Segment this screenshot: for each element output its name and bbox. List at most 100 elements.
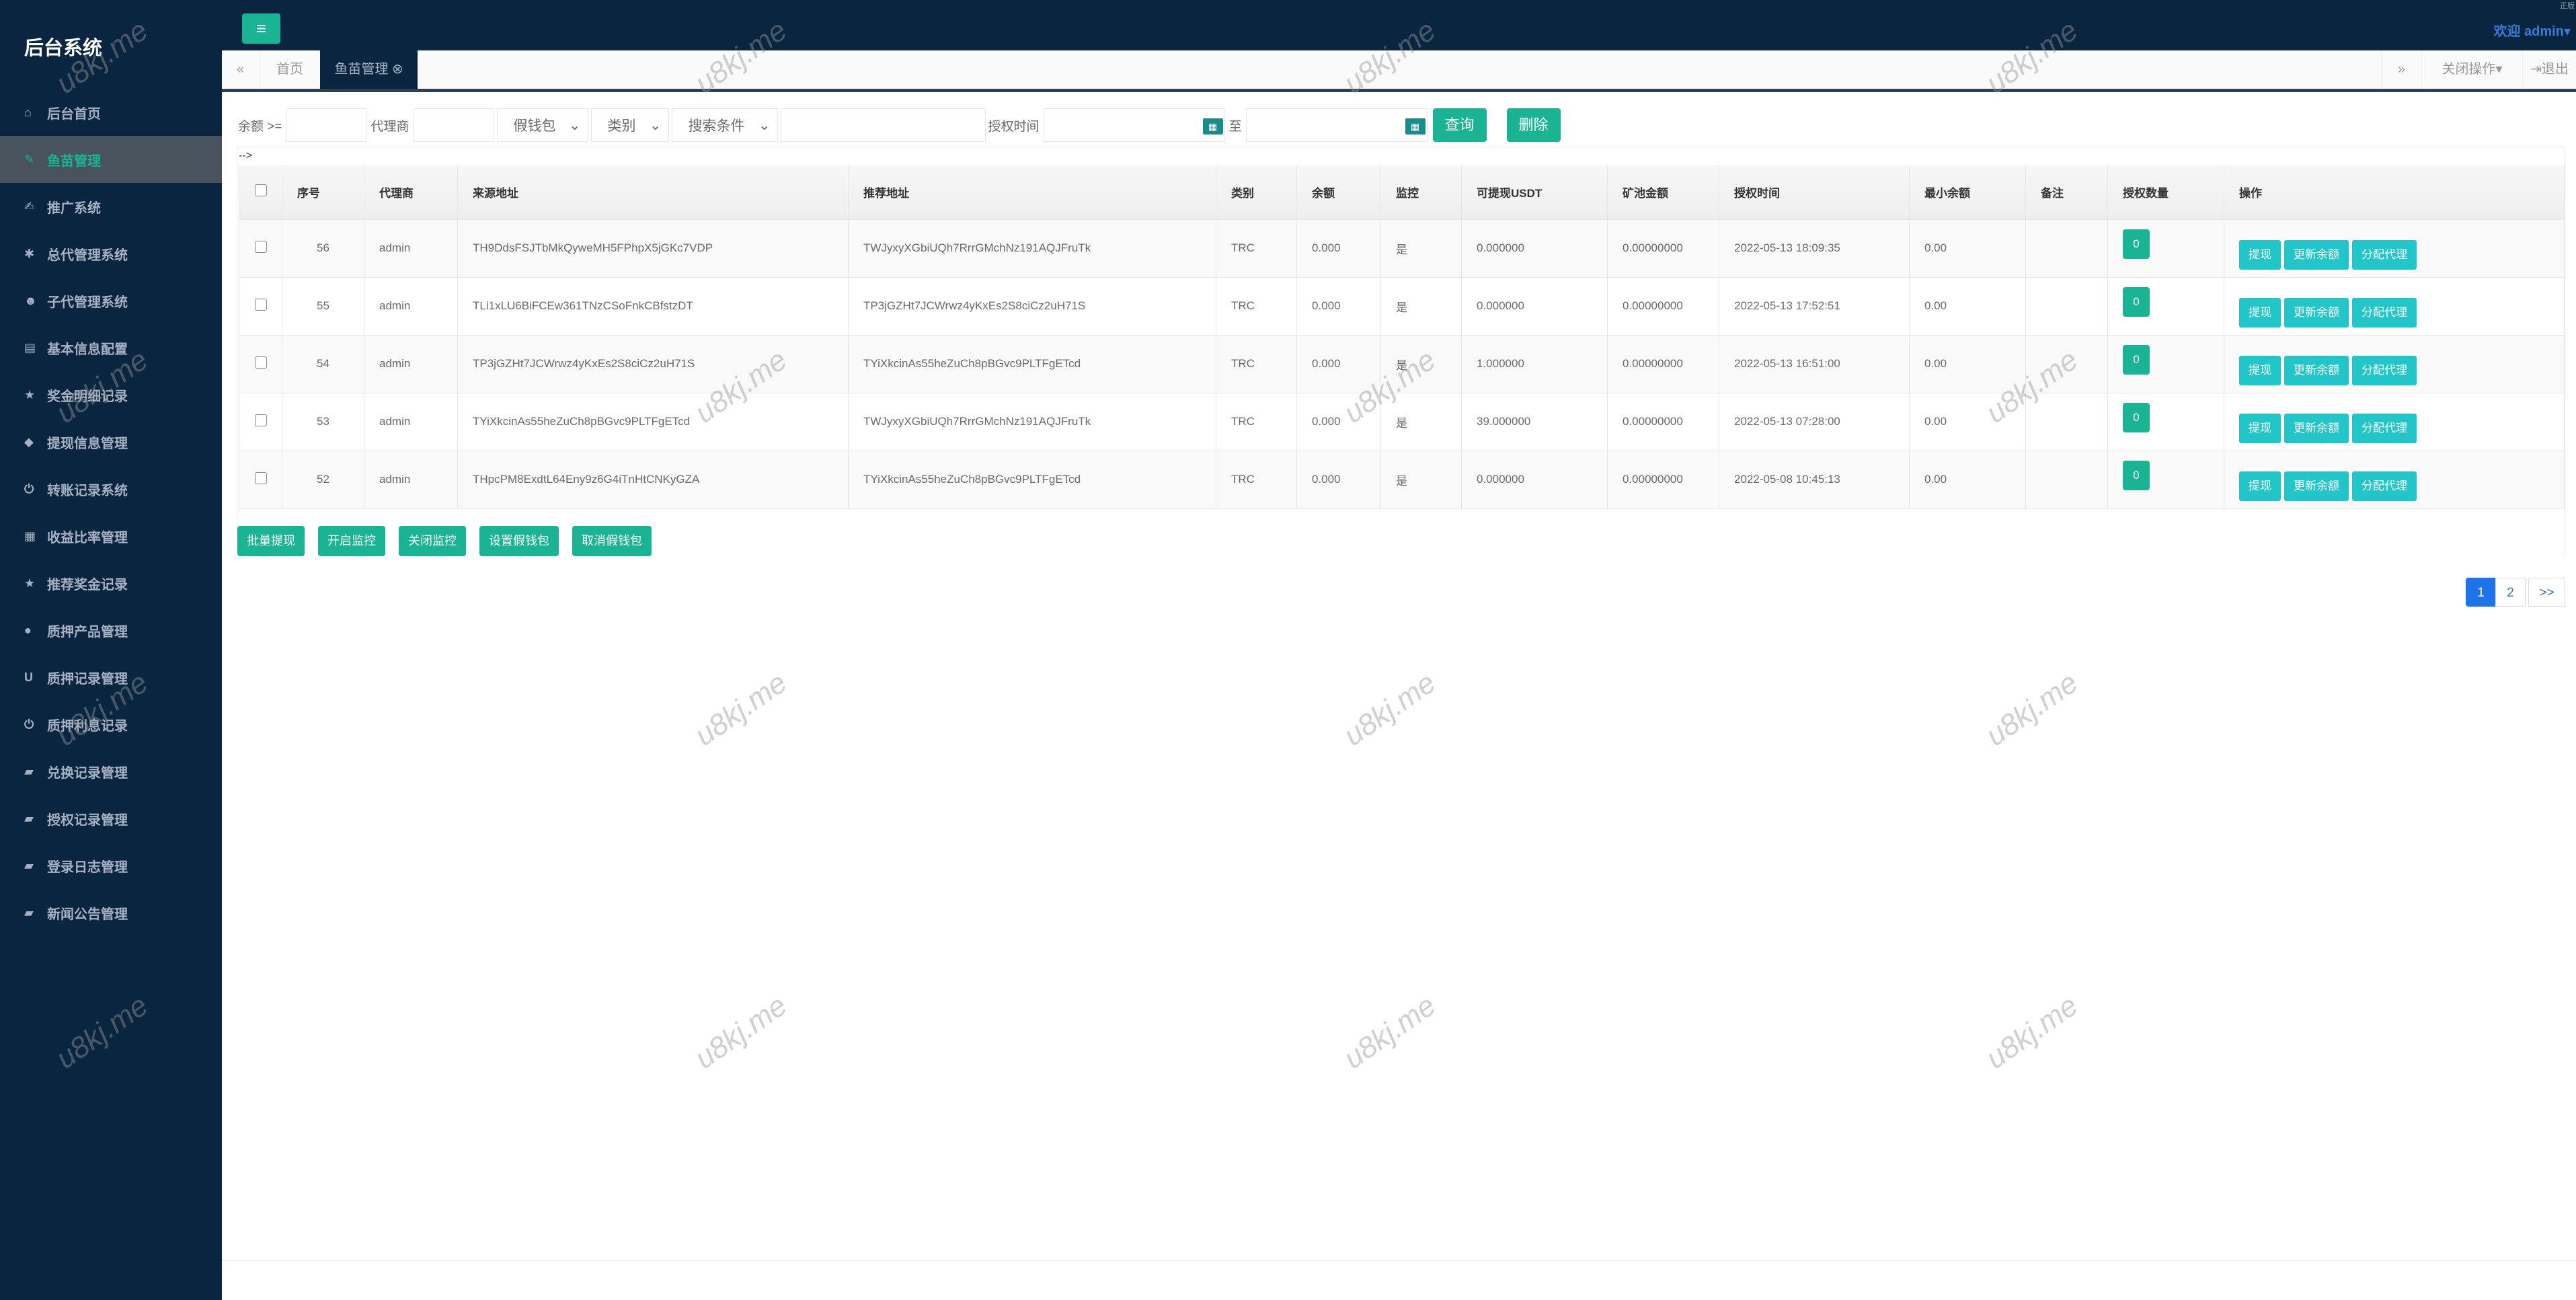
row-checkbox[interactable]: [254, 298, 267, 311]
query-button[interactable]: 查询: [1432, 108, 1487, 142]
fake-wallet-select[interactable]: 假钱包 ⌄: [496, 108, 588, 142]
search-keyword-input[interactable]: [780, 108, 986, 142]
row-select-cell: [239, 276, 282, 336]
sidebar-item[interactable]: ⏻ 转账记录系统: [0, 465, 222, 512]
assign-agent-button[interactable]: 分配代理: [2352, 240, 2417, 270]
sidebar-item[interactable]: ◆ 提现信息管理: [0, 418, 222, 465]
users-icon: ☻: [24, 293, 37, 307]
user-menu[interactable]: 欢迎 admin▾: [2494, 20, 2571, 40]
withdraw-button[interactable]: 提现: [2239, 356, 2281, 385]
next-page-button[interactable]: >>: [2528, 578, 2565, 607]
table-cell: 56: [282, 219, 364, 278]
auth-count-badge[interactable]: 0: [2123, 287, 2150, 317]
assign-agent-button[interactable]: 分配代理: [2352, 471, 2417, 501]
update-balance-button[interactable]: 更新余额: [2284, 298, 2349, 328]
withdraw-button[interactable]: 提现: [2239, 298, 2281, 328]
sidebar-item[interactable]: ▦ 收益比率管理: [0, 512, 222, 560]
calendar-icon[interactable]: ▦: [1202, 118, 1223, 135]
logout-button[interactable]: ⇥退出: [2522, 50, 2576, 89]
sidebar-item[interactable]: ▤ 基本信息配置: [0, 324, 222, 371]
watermark: u8kj.me: [1337, 666, 1442, 753]
column-header: 备注: [2025, 165, 2108, 220]
sidebar-item[interactable]: ● 质押产品管理: [0, 607, 222, 654]
watermark: u8kj.me: [1980, 989, 2084, 1075]
sidebar-item[interactable]: ⌂ 后台首页: [0, 89, 222, 136]
menu-toggle-button[interactable]: ≡: [242, 13, 280, 44]
page-2-button[interactable]: 2: [2495, 578, 2526, 607]
sidebar-item-label: 登录日志管理: [47, 859, 128, 875]
search-condition-select[interactable]: 搜索条件 ⌄: [671, 108, 778, 142]
logout-label: 退出: [2541, 62, 2569, 77]
enable-monitor-button[interactable]: 开启监控: [318, 526, 385, 556]
table-row: 54 admin TP3jGZHt7JCWrwz4yKxEs2S8ciCz2uH71…: [239, 334, 2565, 393]
sidebar-item[interactable]: ✱ 总代管理系统: [0, 230, 222, 277]
calendar-icon[interactable]: ▦: [1405, 118, 1426, 135]
auth-time-start-input[interactable]: ▦: [1043, 108, 1225, 142]
assign-agent-button[interactable]: 分配代理: [2352, 414, 2417, 443]
set-fake-wallet-button[interactable]: 设置假钱包: [479, 526, 559, 556]
select-all-checkbox[interactable]: [254, 184, 267, 197]
page-1-button[interactable]: 1: [2466, 578, 2496, 607]
auth-count-badge[interactable]: 0: [2123, 345, 2150, 375]
scroll-tabs-left-button[interactable]: «: [222, 50, 260, 89]
sidebar-item[interactable]: ▰ 新闻公告管理: [0, 889, 222, 936]
row-checkbox[interactable]: [254, 414, 267, 426]
disable-monitor-button[interactable]: 关闭监控: [399, 526, 466, 556]
sidebar-item[interactable]: ★ 推荐奖金记录: [0, 560, 222, 607]
select-value: 类别: [607, 118, 636, 134]
auth-count-badge[interactable]: 0: [2123, 461, 2150, 490]
to-label: 至: [1228, 119, 1242, 134]
sidebar-item[interactable]: ★ 奖金明细记录: [0, 371, 222, 418]
assign-agent-button[interactable]: 分配代理: [2352, 356, 2417, 385]
row-checkbox[interactable]: [254, 240, 267, 253]
withdraw-button[interactable]: 提现: [2239, 471, 2281, 501]
table-cell: [2025, 392, 2108, 451]
table-cell: TYiXkcinAs55heZuCh8pBGvc9PLTFgETcd: [848, 334, 1216, 393]
assign-agent-button[interactable]: 分配代理: [2352, 298, 2417, 328]
auth-count-badge[interactable]: 0: [2123, 403, 2150, 432]
tab-fish-management[interactable]: 鱼苗管理 ⊗: [320, 50, 418, 89]
table-cell: 0: [2107, 219, 2224, 278]
bulk-withdraw-button[interactable]: 批量提现: [237, 526, 305, 556]
sidebar-item[interactable]: ✎ 鱼苗管理: [0, 136, 222, 183]
table-cell: admin: [364, 219, 458, 278]
book-icon: ▰: [24, 811, 34, 825]
withdraw-button[interactable]: 提现: [2239, 240, 2281, 270]
tab-home[interactable]: 首页: [260, 50, 320, 89]
table-cell: 0.00000000: [1607, 392, 1719, 451]
sidebar-item[interactable]: ⏻ 质押利息记录: [0, 701, 222, 748]
sidebar-item[interactable]: ▰ 登录日志管理: [0, 842, 222, 889]
update-balance-button[interactable]: 更新余额: [2284, 240, 2349, 270]
unset-fake-wallet-button[interactable]: 取消假钱包: [572, 526, 652, 556]
table-cell: 是: [1380, 276, 1462, 336]
sidebar-item-label: 奖金明细记录: [47, 389, 128, 404]
sidebar-item[interactable]: ✍ 推广系统: [0, 183, 222, 230]
table-row: 53 admin TYiXkcinAs55heZuCh8pBGvc9PLTFgETc…: [239, 392, 2565, 451]
withdraw-button[interactable]: 提现: [2239, 414, 2281, 443]
sidebar-item-label: 鱼苗管理: [47, 153, 101, 169]
scroll-tabs-right-button[interactable]: »: [2381, 50, 2421, 89]
auth-time-end-input[interactable]: ▦: [1245, 108, 1428, 142]
sidebar-item[interactable]: ▰ 授权记录管理: [0, 795, 222, 842]
update-balance-button[interactable]: 更新余额: [2284, 356, 2349, 385]
sidebar-item[interactable]: U 质押记录管理: [0, 654, 222, 701]
auth-count-badge[interactable]: 0: [2123, 229, 2150, 259]
close-operations-dropdown[interactable]: 关闭操作▾: [2421, 50, 2522, 89]
balance-min-input[interactable]: [286, 108, 367, 142]
table-cell: 0.000000: [1461, 219, 1608, 278]
sidebar-item[interactable]: ▰ 兑换记录管理: [0, 748, 222, 795]
column-header: 类别: [1216, 165, 1297, 220]
table-cell: TRC: [1216, 392, 1297, 451]
close-tab-icon[interactable]: ⊗: [392, 62, 403, 77]
sidebar-item[interactable]: ☻ 子代管理系统: [0, 277, 222, 324]
table-cell: TWJyxyXGbiUQh7RrrGMchNz191AQJFruTk: [848, 219, 1216, 278]
update-balance-button[interactable]: 更新余额: [2284, 414, 2349, 443]
row-checkbox[interactable]: [254, 471, 267, 484]
delete-button[interactable]: 删除: [1506, 108, 1561, 142]
table-cell: TP3jGZHt7JCWrwz4yKxEs2S8ciCz2uH71S: [848, 276, 1216, 336]
select-value: 搜索条件: [688, 118, 745, 134]
row-checkbox[interactable]: [254, 356, 267, 369]
agent-input[interactable]: [413, 108, 494, 142]
update-balance-button[interactable]: 更新余额: [2284, 471, 2349, 501]
category-select[interactable]: 类别 ⌄: [590, 108, 669, 142]
